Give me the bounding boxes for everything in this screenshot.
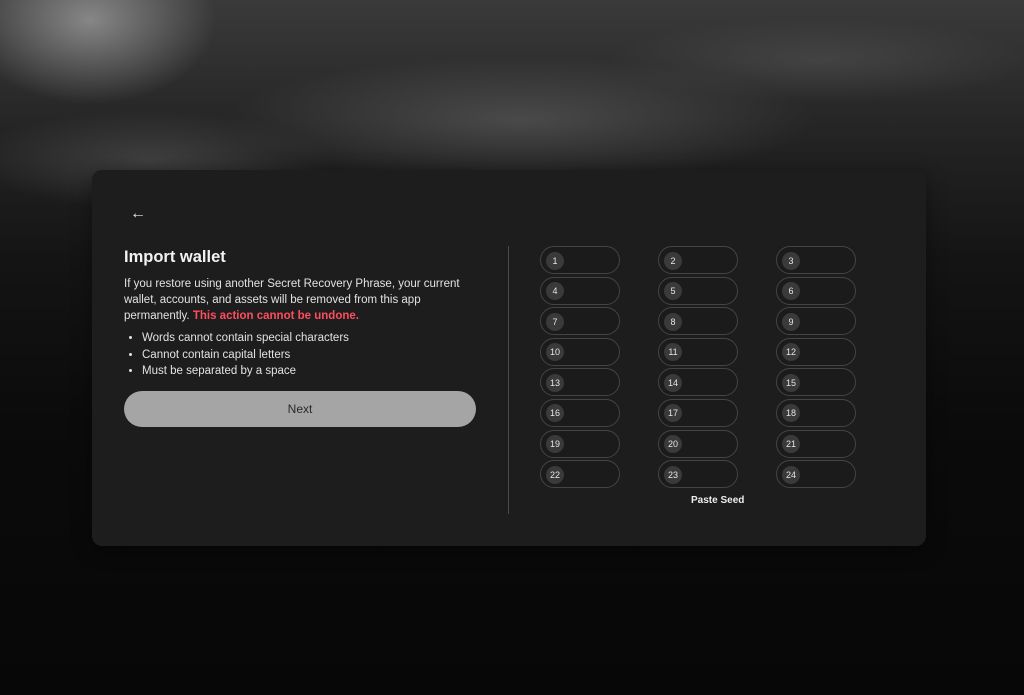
next-button[interactable]: Next: [124, 391, 476, 427]
seed-word-number: 3: [782, 251, 800, 270]
seed-word-input[interactable]: [803, 373, 851, 393]
seed-word-input[interactable]: [685, 465, 733, 485]
divider: [508, 246, 509, 514]
seed-word-number: 14: [664, 373, 682, 392]
seed-word-number: 4: [546, 282, 564, 301]
seed-word-number: 20: [664, 435, 682, 454]
seed-word-field[interactable]: 19: [540, 429, 620, 458]
page-title: Import wallet: [124, 248, 226, 266]
seed-word-input[interactable]: [803, 434, 851, 454]
seed-word-number: 6: [782, 282, 800, 301]
seed-word-field[interactable]: 7: [540, 307, 620, 336]
warning-text: This action cannot be undone.: [192, 310, 359, 322]
seed-word-number: 9: [782, 312, 800, 331]
seed-word-input[interactable]: [685, 312, 733, 332]
seed-word-number: 8: [664, 312, 682, 331]
seed-word-field[interactable]: 23: [658, 460, 738, 489]
seed-word-input[interactable]: [685, 434, 733, 454]
seed-word-input[interactable]: [803, 251, 851, 270]
seed-word-number: 15: [782, 373, 800, 392]
seed-word-field[interactable]: 24: [776, 460, 856, 489]
seed-word-number: 19: [546, 435, 564, 454]
seed-word-field[interactable]: 22: [540, 460, 620, 489]
seed-word-field[interactable]: 15: [776, 368, 856, 397]
seed-word-number: 22: [546, 465, 564, 484]
seed-word-number: 11: [664, 343, 682, 362]
seed-word-number: 16: [546, 404, 564, 423]
seed-word-field[interactable]: 21: [776, 429, 856, 458]
seed-word-input[interactable]: [685, 281, 733, 301]
arrow-left-icon: ←: [130, 205, 146, 222]
seed-word-input[interactable]: [567, 403, 615, 423]
seed-word-number: 2: [664, 251, 682, 270]
seed-word-field[interactable]: 6: [776, 276, 856, 305]
seed-word-number: 18: [782, 404, 800, 423]
seed-word-number: 7: [546, 312, 564, 331]
back-button[interactable]: ←: [128, 204, 148, 224]
rule-item: Must be separated by a space: [142, 363, 472, 380]
seed-word-number: 12: [782, 343, 800, 362]
seed-word-field[interactable]: 18: [776, 398, 856, 427]
seed-word-number: 24: [782, 465, 800, 484]
rules-list: Words cannot contain special characters …: [142, 330, 472, 380]
seed-word-input[interactable]: [803, 312, 851, 332]
seed-word-field[interactable]: 5: [658, 276, 738, 305]
seed-word-field[interactable]: 10: [540, 337, 620, 366]
seed-word-input[interactable]: [685, 403, 733, 423]
seed-word-input[interactable]: [567, 373, 615, 393]
description: If you restore using another Secret Reco…: [124, 276, 484, 324]
seed-word-number: 13: [546, 373, 564, 392]
seed-word-field[interactable]: 14: [658, 368, 738, 397]
seed-word-number: 10: [546, 343, 564, 362]
seed-word-field[interactable]: 3: [776, 246, 856, 274]
seed-word-field[interactable]: 4: [540, 276, 620, 305]
seed-word-number: 21: [782, 435, 800, 454]
seed-word-input[interactable]: [567, 251, 615, 270]
seed-word-input[interactable]: [803, 465, 851, 485]
import-wallet-card: ← Import wallet If you restore using ano…: [92, 170, 926, 546]
paste-seed-button[interactable]: Paste Seed: [691, 495, 744, 506]
seed-word-input[interactable]: [567, 342, 615, 362]
seed-word-field[interactable]: 16: [540, 398, 620, 427]
rule-item: Words cannot contain special characters: [142, 330, 472, 347]
seed-word-input[interactable]: [685, 251, 733, 270]
seed-word-number: 1: [546, 251, 564, 270]
seed-word-field[interactable]: 2: [658, 246, 738, 274]
seed-word-field[interactable]: 8: [658, 307, 738, 336]
seed-word-field[interactable]: 1: [540, 246, 620, 274]
seed-word-input[interactable]: [567, 312, 615, 332]
seed-word-number: 17: [664, 404, 682, 423]
seed-word-input[interactable]: [803, 281, 851, 301]
seed-word-field[interactable]: 12: [776, 337, 856, 366]
seed-word-field[interactable]: 13: [540, 368, 620, 397]
seed-word-input[interactable]: [567, 465, 615, 485]
rule-item: Cannot contain capital letters: [142, 347, 472, 364]
seed-word-input[interactable]: [685, 342, 733, 362]
seed-phrase-grid: 1 2 3 4 5 6 7 8 9 10 11 12 13 14 15 16 17 18 19 20 21 22 23 24: [540, 246, 856, 489]
seed-word-input[interactable]: [803, 403, 851, 423]
seed-word-input[interactable]: [803, 342, 851, 362]
seed-word-field[interactable]: 20: [658, 429, 738, 458]
seed-word-input[interactable]: [685, 373, 733, 393]
seed-word-number: 23: [664, 465, 682, 484]
seed-word-number: 5: [664, 282, 682, 301]
seed-word-input[interactable]: [567, 434, 615, 454]
seed-word-field[interactable]: 17: [658, 398, 738, 427]
seed-word-field[interactable]: 9: [776, 307, 856, 336]
seed-word-input[interactable]: [567, 281, 615, 301]
seed-word-field[interactable]: 11: [658, 337, 738, 366]
